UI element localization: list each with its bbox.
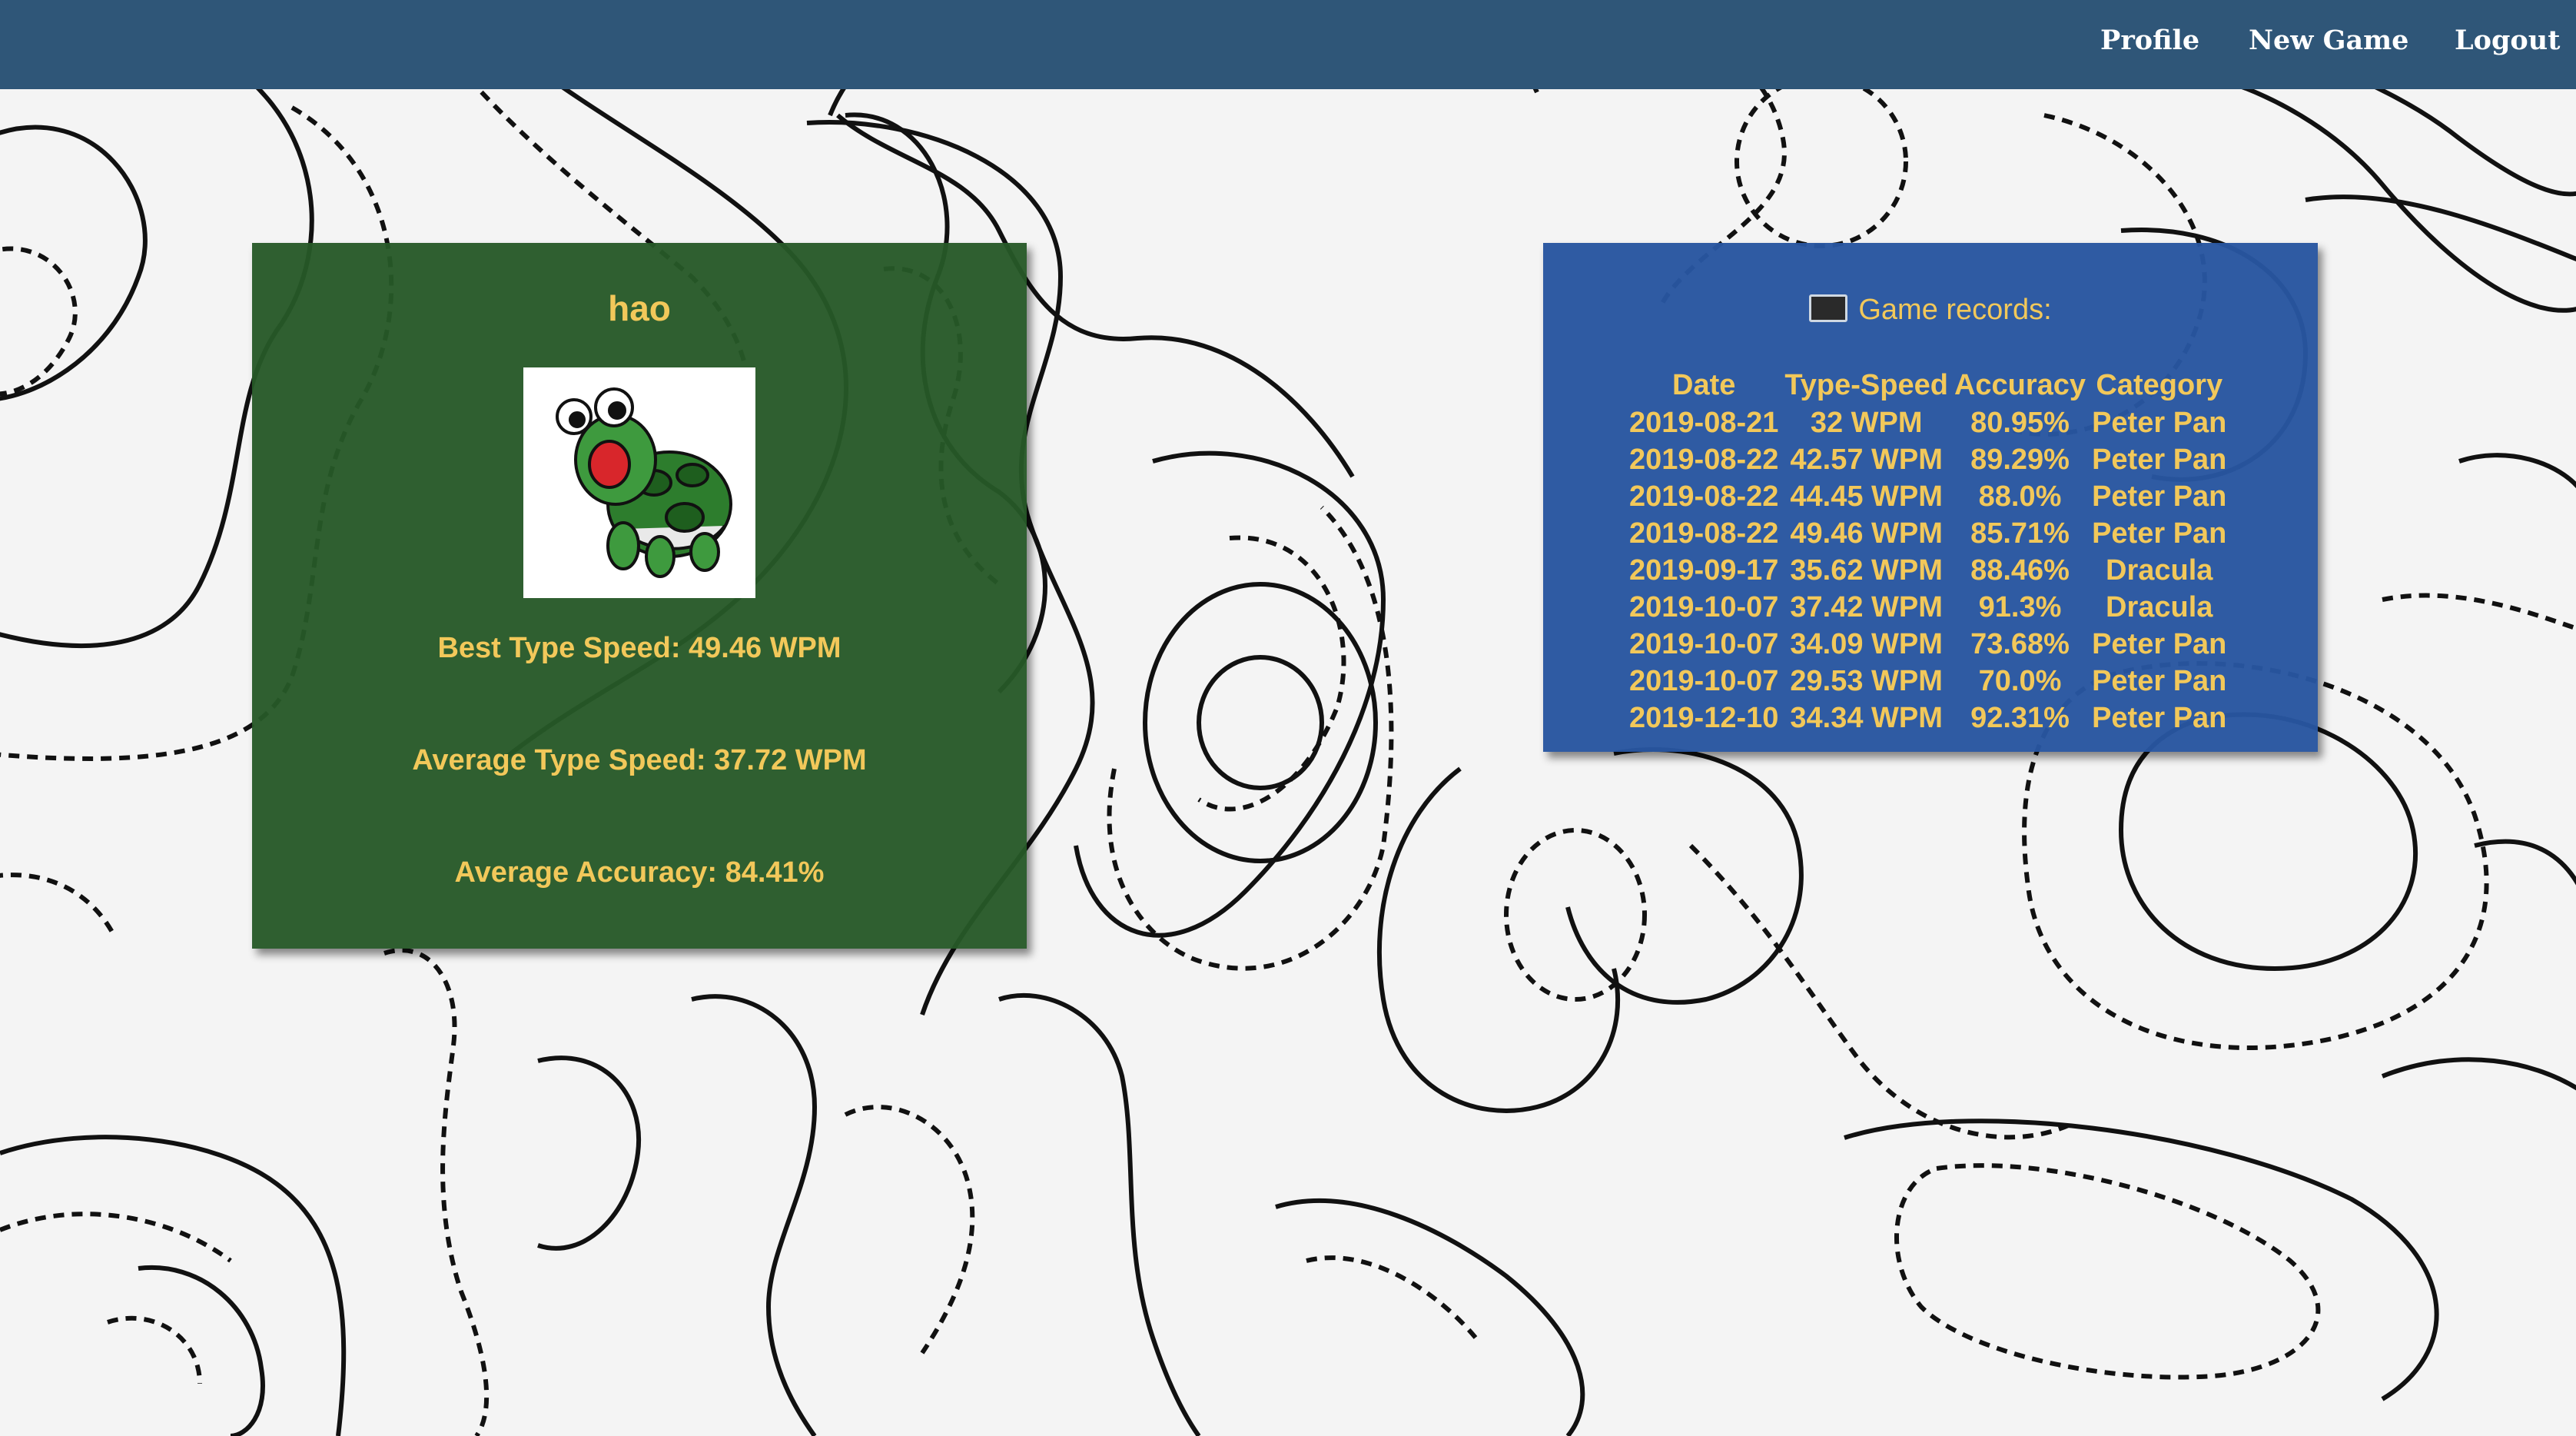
cell-date: 2019-08-22 [1629, 517, 1779, 550]
cell-accuracy: 70.0% [1978, 664, 2062, 697]
header-category: Category [2096, 368, 2223, 401]
cell-type-speed: 32 WPM [1810, 406, 1923, 439]
records-title: Game records: [1543, 294, 2318, 327]
cell-type-speed: 42.57 WPM [1790, 443, 1943, 476]
cell-category: Peter Pan [2092, 443, 2227, 476]
cell-date: 2019-12-10 [1629, 701, 1779, 734]
cell-accuracy: 88.46% [1970, 553, 2070, 587]
average-accuracy: Average Accuracy: 84.41% [454, 856, 825, 889]
table-header-row: Date Type-Speed Accuracy Category [1626, 366, 2229, 404]
table-row: 2019-10-07 37.42 WPM 91.3% Dracula [1626, 589, 2229, 626]
header-date: Date [1672, 368, 1736, 401]
cell-date: 2019-10-07 [1629, 627, 1779, 660]
cell-category: Peter Pan [2092, 406, 2227, 439]
cell-date: 2019-08-21 [1629, 406, 1779, 439]
turtle-icon [556, 387, 732, 578]
cell-type-speed: 44.45 WPM [1790, 480, 1943, 513]
cell-type-speed: 29.53 WPM [1790, 664, 1943, 697]
cell-date: 2019-10-07 [1629, 664, 1779, 697]
nav-profile-link[interactable]: Profile [2100, 25, 2199, 56]
cell-category: Peter Pan [2092, 480, 2227, 513]
cell-accuracy: 92.31% [1970, 701, 2070, 734]
cell-type-speed: 34.09 WPM [1790, 627, 1943, 660]
table-row: 2019-10-07 29.53 WPM 70.0% Peter Pan [1626, 663, 2229, 700]
username-heading: hao [608, 288, 671, 328]
cell-accuracy: 85.71% [1970, 517, 2070, 550]
table-row: 2019-09-17 35.62 WPM 88.46% Dracula [1626, 552, 2229, 589]
cell-accuracy: 89.29% [1970, 443, 2070, 476]
average-type-speed: Average Type Speed: 37.72 WPM [412, 744, 867, 776]
records-body: 2019-08-21 32 WPM 80.95% Peter Pan 2019-08-2… [1626, 404, 2229, 736]
cell-category: Peter Pan [2092, 517, 2227, 550]
table-row: 2019-08-22 49.46 WPM 85.71% Peter Pan [1626, 515, 2229, 552]
game-records-card: Game records: Date Type-Speed Accuracy C… [1543, 243, 2318, 752]
header-type-speed: Type-Speed [1784, 368, 1948, 401]
table-row: 2019-08-21 32 WPM 80.95% Peter Pan [1626, 404, 2229, 441]
cell-accuracy: 73.68% [1970, 627, 2070, 660]
nav-logout-link[interactable]: Logout [2455, 25, 2560, 56]
cell-type-speed: 35.62 WPM [1790, 553, 1943, 587]
game-records-table: Date Type-Speed Accuracy Category 2019-0… [1626, 366, 2229, 736]
table-row: 2019-08-22 42.57 WPM 89.29% Peter Pan [1626, 441, 2229, 478]
cell-date: 2019-08-22 [1629, 443, 1779, 476]
cell-category: Peter Pan [2092, 664, 2227, 697]
nav-new-game-link[interactable]: New Game [2249, 25, 2408, 56]
cell-accuracy: 91.3% [1978, 590, 2062, 623]
cell-date: 2019-10-07 [1629, 590, 1779, 623]
cell-date: 2019-08-22 [1629, 480, 1779, 513]
cell-category: Dracula [2106, 553, 2213, 587]
best-type-speed: Best Type Speed: 49.46 WPM [437, 632, 842, 664]
profile-card: hao Best Type Speed: 49.46 WPM Average T [252, 243, 1027, 949]
cell-type-speed: 34.34 WPM [1790, 701, 1943, 734]
header-accuracy: Accuracy [1954, 368, 2086, 401]
table-row: 2019-12-10 34.34 WPM 92.31% Peter Pan [1626, 700, 2229, 736]
cell-category: Peter Pan [2092, 701, 2227, 734]
table-row: 2019-08-22 44.45 WPM 88.0% Peter Pan [1626, 478, 2229, 515]
cell-type-speed: 49.46 WPM [1790, 517, 1943, 550]
top-navbar: Profile New Game Logout [0, 0, 2576, 89]
monitor-icon [1809, 294, 1848, 322]
cell-category: Dracula [2106, 590, 2213, 623]
records-title-text: Game records: [1858, 294, 2052, 326]
turtle-avatar [523, 367, 755, 598]
cell-accuracy: 80.95% [1970, 406, 2070, 439]
cell-category: Peter Pan [2092, 627, 2227, 660]
cell-type-speed: 37.42 WPM [1790, 590, 1943, 623]
cell-date: 2019-09-17 [1629, 553, 1779, 587]
table-row: 2019-10-07 34.09 WPM 73.68% Peter Pan [1626, 626, 2229, 663]
cell-accuracy: 88.0% [1978, 480, 2062, 513]
